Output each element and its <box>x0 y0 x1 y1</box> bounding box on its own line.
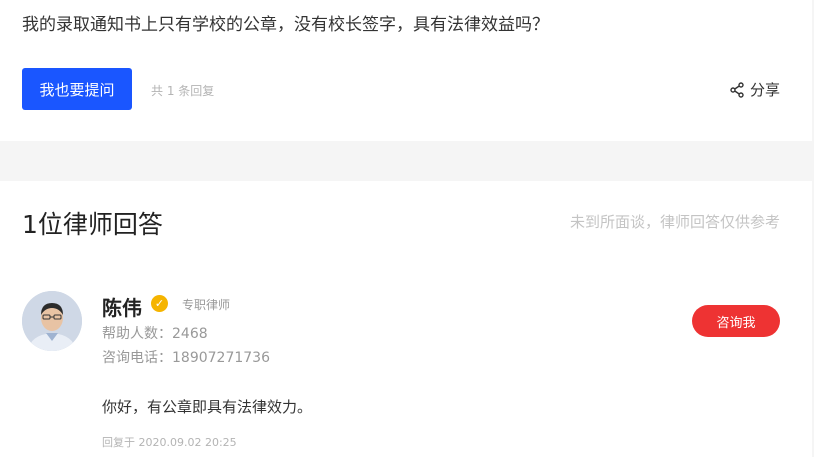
lawyer-role: 专职律师 <box>182 298 231 312</box>
answers-card: 1位律师回答 未到所面谈，律师回答仅供参考 陈伟 ✓ 专职律师 帮助人数：246… <box>0 181 812 457</box>
share-icon <box>729 81 745 98</box>
answers-title: 1位律师回答 <box>22 210 163 239</box>
answer-text: 你好，有公章即具有法律效力。 <box>102 398 313 416</box>
share-button[interactable]: 分享 <box>729 79 780 100</box>
question-card: 我的录取通知书上只有学校的公章，没有校长签字，具有法律效益吗？ 我也要提问 共 … <box>0 0 812 141</box>
help-count: 帮助人数：2468 <box>102 326 208 342</box>
lawyer-name[interactable]: 陈伟 <box>102 292 142 321</box>
consult-phone: 咨询电话：18907271736 <box>102 350 270 366</box>
question-text: 我的录取通知书上只有学校的公章，没有校长签字，具有法律效益吗？ <box>22 15 549 35</box>
reply-count: 共 1 条回复 <box>151 84 215 98</box>
lawyer-avatar[interactable] <box>22 291 82 351</box>
verified-badge-icon: ✓ <box>151 295 168 312</box>
consult-me-button[interactable]: 咨询我 <box>692 305 780 337</box>
share-label: 分享 <box>749 81 780 99</box>
reply-timestamp: 回复于 2020.09.02 20:25 <box>102 436 237 449</box>
answers-disclaimer: 未到所面谈，律师回答仅供参考 <box>569 213 780 231</box>
ask-question-button[interactable]: 我也要提问 <box>22 68 132 110</box>
